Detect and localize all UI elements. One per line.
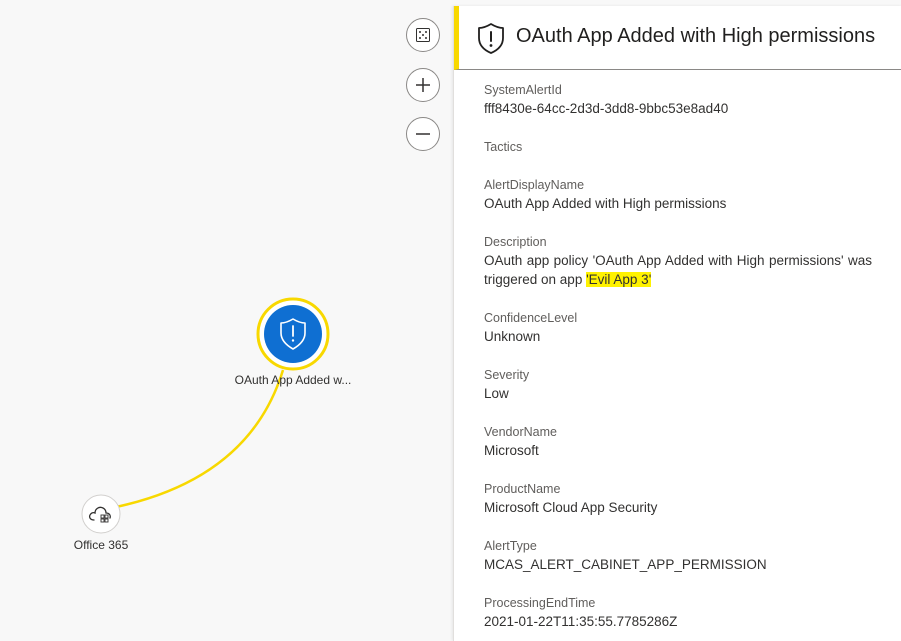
field-alert-type: AlertType MCAS_ALERT_CABINET_APP_PERMISS… xyxy=(484,537,872,574)
field-name: Description xyxy=(484,235,547,249)
field-name: SystemAlertId xyxy=(484,83,562,97)
panel-title: OAuth App Added with High permissions xyxy=(516,25,876,47)
field-processing-end-time: ProcessingEndTime 2021-01-22T11:35:55.77… xyxy=(484,594,872,631)
field-value: Low xyxy=(484,386,509,401)
office-365-node[interactable] xyxy=(81,494,121,534)
field-vendor-name: VendorName Microsoft xyxy=(484,423,872,460)
shield-alert-icon xyxy=(478,23,504,54)
field-value: OAuth app policy 'OAuth App Added with H… xyxy=(484,251,872,289)
field-name: Tactics xyxy=(484,140,523,154)
field-name: ProcessingEndTime xyxy=(484,596,596,610)
panel-body: SystemAlertId fff8430e-64cc-2d3d-3dd8-9b… xyxy=(484,81,872,641)
plus-icon xyxy=(416,78,430,92)
field-value: OAuth App Added with High permissions xyxy=(484,196,727,211)
field-name: Severity xyxy=(484,368,530,382)
field-system-alert-id: SystemAlertId fff8430e-64cc-2d3d-3dd8-9b… xyxy=(484,81,872,118)
panel-header: OAuth App Added with High permissions xyxy=(454,6,901,70)
investigation-graph[interactable]: OAuth App Added w... Office 365 xyxy=(0,0,453,641)
field-name: ProductName xyxy=(484,482,561,496)
alert-details-panel: OAuth App Added with High permissions Sy… xyxy=(453,6,901,641)
field-value: fff8430e-64cc-2d3d-3dd8-9bbc53e8ad40 xyxy=(484,101,729,116)
field-value: Microsoft xyxy=(484,443,539,458)
zoom-out-button[interactable] xyxy=(406,117,440,151)
description-text: OAuth app policy 'OAuth App Added with H… xyxy=(484,253,872,287)
field-name: AlertType xyxy=(484,539,537,553)
field-alert-display-name: AlertDisplayName OAuth App Added with Hi… xyxy=(484,176,872,213)
fit-view-button[interactable] xyxy=(406,18,440,52)
field-value: Unknown xyxy=(484,329,541,344)
zoom-in-button[interactable] xyxy=(406,68,440,102)
office-365-node-label: Office 365 xyxy=(73,538,129,552)
fit-view-icon xyxy=(416,28,430,42)
graph-edge xyxy=(115,369,285,509)
field-name: VendorName xyxy=(484,425,557,439)
graph-svg xyxy=(81,297,330,534)
minus-icon xyxy=(416,133,430,135)
alert-node-label: OAuth App Added w... xyxy=(234,373,352,387)
field-description: Description OAuth app policy 'OAuth App … xyxy=(484,233,872,289)
field-value: Microsoft Cloud App Security xyxy=(484,500,658,515)
field-tactics: Tactics xyxy=(484,138,872,156)
field-confidence-level: ConfidenceLevel Unknown xyxy=(484,309,872,346)
field-severity: Severity Low xyxy=(484,366,872,403)
field-product-name: ProductName Microsoft Cloud App Security xyxy=(484,480,872,517)
field-value: MCAS_ALERT_CABINET_APP_PERMISSION xyxy=(484,557,767,572)
highlighted-app-name: 'Evil App 3' xyxy=(586,272,652,287)
field-name: ConfidenceLevel xyxy=(484,311,578,325)
alert-node[interactable] xyxy=(256,297,330,371)
field-name: AlertDisplayName xyxy=(484,178,585,192)
field-value: 2021-01-22T11:35:55.7785286Z xyxy=(484,614,678,629)
